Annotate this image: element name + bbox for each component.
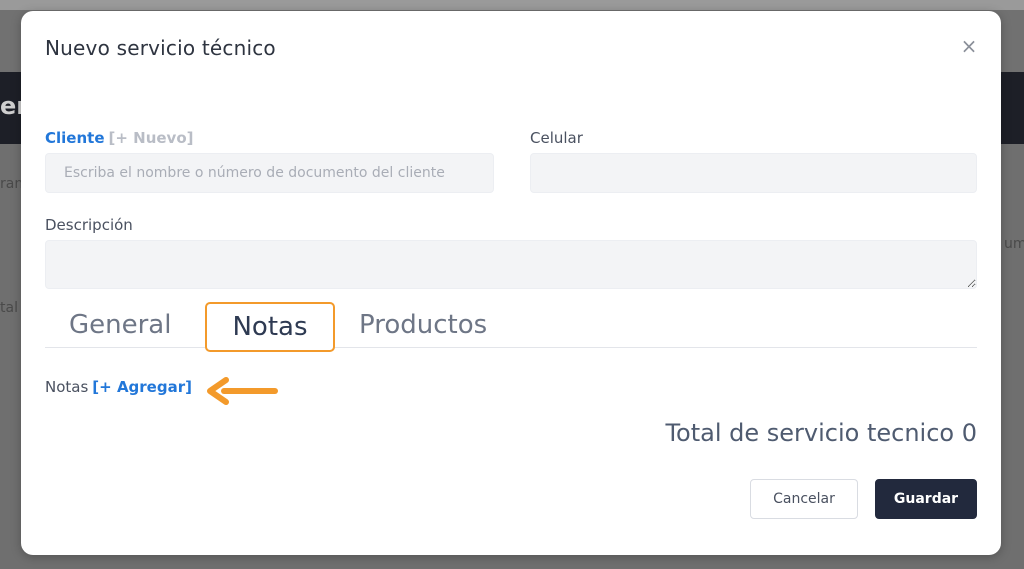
celular-label: Celular: [530, 129, 583, 147]
tab-productos[interactable]: Productos: [359, 303, 487, 347]
background-text: tal: [0, 300, 18, 316]
notas-section: Notas [+ Agregar]: [45, 378, 192, 396]
close-icon: ×: [960, 34, 978, 58]
cliente-label-text: Cliente: [45, 129, 105, 147]
descripcion-textarea[interactable]: [45, 240, 977, 289]
tab-general[interactable]: General: [69, 303, 171, 347]
add-note-link[interactable]: [+ Agregar]: [92, 378, 192, 396]
background-topbar: [0, 0, 1024, 10]
background-text: ran: [0, 176, 24, 192]
modal-title: Nuevo servicio técnico: [45, 36, 276, 60]
celular-input[interactable]: [530, 153, 977, 193]
cancel-button[interactable]: Cancelar: [750, 479, 858, 519]
descripcion-label: Descripción: [45, 216, 133, 234]
close-button[interactable]: ×: [959, 36, 979, 56]
notas-label: Notas: [45, 378, 89, 396]
tab-notas[interactable]: Notas: [205, 302, 335, 352]
arrow-left-icon: [207, 377, 278, 405]
background-text: um: [1004, 236, 1024, 252]
service-total: Total de servicio tecnico 0: [665, 419, 977, 447]
cliente-search-input[interactable]: [45, 153, 494, 193]
save-button[interactable]: Guardar: [875, 479, 977, 519]
cliente-label: Cliente [+ Nuevo]: [45, 129, 194, 147]
new-client-link[interactable]: [+ Nuevo]: [109, 129, 194, 147]
tab-bar: General Notas Productos: [45, 302, 977, 352]
new-service-modal: Nuevo servicio técnico × Cliente [+ Nuevo…: [21, 11, 1001, 555]
